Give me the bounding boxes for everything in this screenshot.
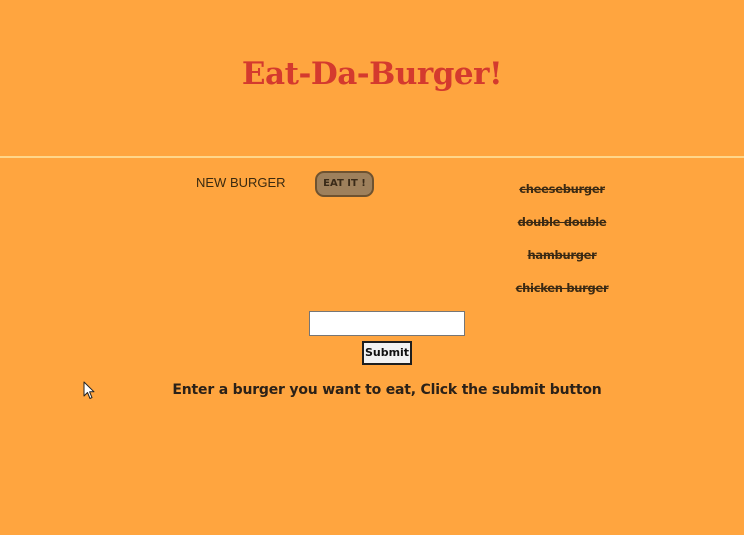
eaten-burger-item: chicken burger <box>515 281 609 295</box>
eaten-burger-item: hamburger <box>527 248 597 262</box>
new-burger-name: NEW BURGER <box>196 175 286 190</box>
eaten-burger-item: double double <box>517 215 607 229</box>
burger-name-input[interactable] <box>309 311 465 336</box>
eaten-burger-item: cheeseburger <box>519 182 605 196</box>
page-title: Eat-Da-Burger! <box>241 56 503 92</box>
eat-it-button[interactable]: EAT IT ! <box>315 171 374 197</box>
mouse-pointer-icon <box>83 381 95 399</box>
eaten-burger-list: cheeseburger double double hamburger chi… <box>490 178 634 310</box>
instructions-text: Enter a burger you want to eat, Click th… <box>172 382 602 398</box>
header-divider <box>0 156 744 158</box>
submit-button[interactable]: Submit <box>362 341 412 365</box>
